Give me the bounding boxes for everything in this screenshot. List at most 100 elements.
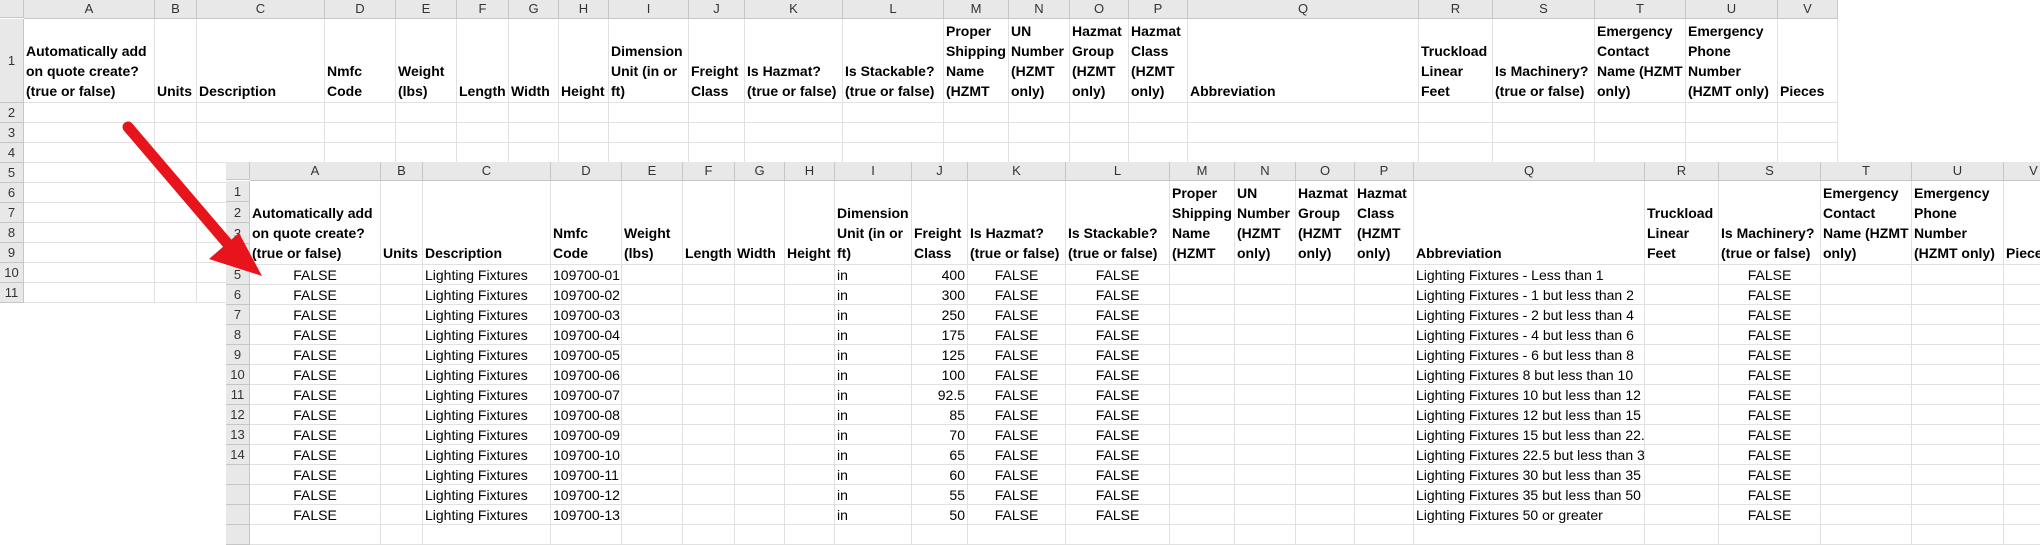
column-header-v[interactable]: V <box>2004 162 2040 180</box>
table-cell[interactable]: FALSE <box>250 305 381 325</box>
table-cell[interactable] <box>1170 425 1235 445</box>
table-cell[interactable] <box>24 263 155 283</box>
header-cell-k[interactable]: Is Hazmat? (true or false) <box>745 19 843 103</box>
table-cell[interactable] <box>509 103 559 123</box>
table-cell[interactable]: FALSE <box>1066 305 1170 325</box>
table-cell[interactable] <box>1821 365 1912 385</box>
table-cell[interactable] <box>843 143 944 163</box>
table-cell[interactable] <box>683 325 735 345</box>
table-cell[interactable]: in <box>835 325 912 345</box>
table-cell[interactable] <box>1235 365 1296 385</box>
row-header[interactable] <box>226 525 250 545</box>
table-cell[interactable] <box>1170 345 1235 365</box>
table-cell[interactable] <box>689 143 745 163</box>
table-cell[interactable] <box>1296 285 1355 305</box>
table-cell[interactable] <box>2004 485 2040 505</box>
table-cell[interactable] <box>683 285 735 305</box>
table-cell[interactable] <box>197 123 325 143</box>
table-cell[interactable]: in <box>835 345 912 365</box>
table-cell[interactable] <box>1912 525 2004 545</box>
table-cell[interactable]: FALSE <box>1066 465 1170 485</box>
table-cell[interactable]: 92.5 <box>912 385 968 405</box>
table-cell[interactable] <box>2004 425 2040 445</box>
table-cell[interactable]: in <box>835 405 912 425</box>
column-header-l[interactable]: L <box>843 0 944 18</box>
table-cell[interactable]: 109700-10 <box>551 445 622 465</box>
table-cell[interactable] <box>622 345 683 365</box>
table-cell[interactable] <box>1296 365 1355 385</box>
table-cell[interactable] <box>944 123 1009 143</box>
table-cell[interactable] <box>1778 143 1838 163</box>
row-header[interactable]: 2 <box>226 202 250 223</box>
table-cell[interactable]: FALSE <box>968 285 1066 305</box>
table-cell[interactable] <box>1912 345 2004 365</box>
table-cell[interactable] <box>1009 143 1070 163</box>
table-cell[interactable]: Lighting Fixtures - 2 but less than 4 <box>1414 305 1645 325</box>
table-cell[interactable]: Lighting Fixtures 8 but less than 10 <box>1414 365 1645 385</box>
table-cell[interactable]: Lighting Fixtures 22.5 but less than 30 <box>1414 445 1645 465</box>
table-cell[interactable] <box>1912 505 2004 525</box>
table-cell[interactable]: Lighting Fixtures - 4 but less than 6 <box>1414 325 1645 345</box>
table-cell[interactable] <box>24 143 155 163</box>
table-cell[interactable]: FALSE <box>1066 425 1170 445</box>
table-cell[interactable] <box>381 445 423 465</box>
table-cell[interactable]: 109700-12 <box>551 485 622 505</box>
table-cell[interactable] <box>423 525 551 545</box>
column-header-k[interactable]: K <box>745 0 843 18</box>
table-cell[interactable]: FALSE <box>250 405 381 425</box>
table-cell[interactable] <box>689 123 745 143</box>
table-cell[interactable] <box>1170 465 1235 485</box>
table-cell[interactable] <box>1296 505 1355 525</box>
table-cell[interactable] <box>325 123 396 143</box>
table-cell[interactable] <box>1296 485 1355 505</box>
table-cell[interactable] <box>1188 123 1419 143</box>
table-cell[interactable] <box>609 123 689 143</box>
table-cell[interactable] <box>1170 265 1235 285</box>
table-cell[interactable] <box>1296 525 1355 545</box>
table-cell[interactable] <box>1645 425 1719 445</box>
table-cell[interactable] <box>1355 285 1414 305</box>
table-cell[interactable]: FALSE <box>250 365 381 385</box>
column-header-n[interactable]: N <box>1235 162 1296 180</box>
column-header-k[interactable]: K <box>968 162 1066 180</box>
table-cell[interactable] <box>1235 325 1296 345</box>
table-cell[interactable] <box>396 143 457 163</box>
table-cell[interactable] <box>1296 305 1355 325</box>
table-cell[interactable] <box>457 123 509 143</box>
table-cell[interactable] <box>381 265 423 285</box>
table-cell[interactable]: Lighting Fixtures - 6 but less than 8 <box>1414 345 1645 365</box>
table-cell[interactable] <box>683 425 735 445</box>
table-cell[interactable] <box>381 305 423 325</box>
column-header-c[interactable]: C <box>197 0 325 18</box>
table-cell[interactable]: 55 <box>912 485 968 505</box>
table-cell[interactable]: 109700-03 <box>551 305 622 325</box>
table-cell[interactable]: 400 <box>912 265 968 285</box>
table-cell[interactable]: FALSE <box>968 265 1066 285</box>
table-cell[interactable] <box>559 123 609 143</box>
table-cell[interactable] <box>559 103 609 123</box>
table-cell[interactable] <box>24 163 155 183</box>
table-cell[interactable] <box>2004 465 2040 485</box>
table-cell[interactable]: Lighting Fixtures 12 but less than 15 <box>1414 405 1645 425</box>
column-header-f[interactable]: F <box>683 162 735 180</box>
table-cell[interactable]: FALSE <box>968 425 1066 445</box>
column-header-r[interactable]: R <box>1419 0 1493 18</box>
table-cell[interactable] <box>622 485 683 505</box>
table-cell[interactable] <box>968 525 1066 545</box>
table-cell[interactable] <box>2004 285 2040 305</box>
row-header[interactable]: 8 <box>0 223 24 243</box>
header-cell-d[interactable]: Nmfc Code <box>325 19 396 103</box>
table-cell[interactable] <box>1355 405 1414 425</box>
column-header-f[interactable]: F <box>457 0 509 18</box>
table-cell[interactable] <box>735 445 785 465</box>
table-cell[interactable] <box>1235 465 1296 485</box>
table-cell[interactable] <box>843 123 944 143</box>
table-cell[interactable]: 109700-02 <box>551 285 622 305</box>
table-cell[interactable]: FALSE <box>250 465 381 485</box>
table-cell[interactable] <box>1188 103 1419 123</box>
table-cell[interactable]: Lighting Fixtures <box>423 365 551 385</box>
table-cell[interactable]: in <box>835 465 912 485</box>
table-cell[interactable]: Lighting Fixtures <box>423 265 551 285</box>
column-header-q[interactable]: Q <box>1414 162 1645 180</box>
column-header-g[interactable]: G <box>735 162 785 180</box>
